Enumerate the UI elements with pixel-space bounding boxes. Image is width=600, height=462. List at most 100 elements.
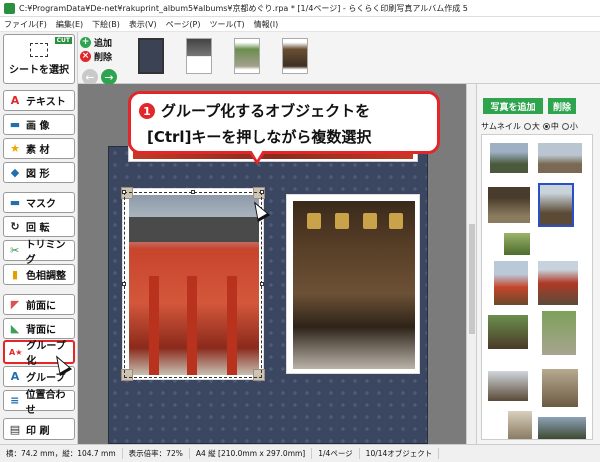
page-add-delete: + 追加 × 削除 (80, 35, 112, 63)
radio-small[interactable] (561, 123, 569, 130)
material-tool-label: 素 材 (26, 145, 50, 156)
send-back-icon: ◣ (10, 322, 20, 335)
delete-page-button[interactable]: × 削除 (80, 49, 112, 63)
color-adjust-icon: ▮ (11, 268, 19, 281)
resize-handle[interactable] (191, 190, 195, 194)
rotate-tool-button[interactable]: ↻ 回 転 (3, 216, 75, 237)
close-icon: × (80, 50, 91, 62)
thumbnail-label: サムネイル (481, 122, 521, 131)
shape-tool-label: 図 形 (26, 169, 50, 180)
resize-handle[interactable] (260, 282, 264, 286)
align-label: 位置合わせ (25, 389, 66, 416)
color-adjust-button[interactable]: ▮ 色相調整 (3, 264, 75, 285)
trim-tool-button[interactable]: ✂ トリミング (3, 240, 75, 266)
trim-icon: ✂ (10, 244, 20, 257)
align-button[interactable]: ≡ 位置合わせ (3, 390, 75, 416)
app-icon (4, 2, 15, 14)
resize-handle[interactable] (260, 190, 264, 194)
radio-large[interactable] (523, 123, 531, 130)
photo-thumbnail[interactable] (494, 261, 528, 305)
callout-line-2: [Ctrl]キーを押しながら複数選択 (147, 128, 372, 146)
photo-frame-shrine[interactable] (286, 194, 420, 374)
status-bar: 横：74.2 mm，縦：104.7 mm 表示倍率：72% A4 縦 [210.… (0, 444, 600, 462)
star-icon: ★ (10, 142, 20, 155)
prev-page-icon[interactable]: ← (82, 69, 98, 85)
mask-tool-label: マスク (26, 199, 56, 210)
thumbnail-size-selector: サムネイル 大 中 小 (481, 121, 578, 132)
delete-photo-button[interactable]: 削除 (548, 98, 576, 114)
menu-background[interactable]: 下絵(B) (92, 19, 120, 30)
ungroup-icon: A (10, 370, 20, 383)
group-icon: A★ (9, 347, 23, 357)
text-tool-label: テキスト (26, 97, 66, 108)
text-a-icon: A (10, 94, 20, 107)
photo-thumbnail[interactable] (504, 233, 530, 255)
delete-page-label: 削除 (94, 52, 113, 63)
photo-thumbnail[interactable] (488, 315, 528, 349)
status-paper: A4 縦 [210.0mm x 297.0mm] (190, 448, 313, 459)
shape-tool-button[interactable]: ◆ 図 形 (3, 162, 75, 183)
shrine-image (293, 201, 415, 369)
canvas-scrollbar[interactable] (466, 84, 476, 444)
color-adjust-label: 色相調整 (26, 271, 66, 282)
menu-file[interactable]: ファイル(F) (4, 19, 47, 30)
status-objects: 10/14オブジェクト (360, 448, 440, 459)
select-sheet-label: シートを選択 (9, 64, 69, 76)
menu-tools[interactable]: ツール(T) (210, 19, 245, 30)
plus-icon: + (80, 36, 91, 48)
send-back-button[interactable]: ◣ 背面に (3, 318, 75, 339)
page-thumb-1[interactable] (138, 38, 164, 74)
cut-badge[interactable]: CUT (54, 37, 72, 44)
send-back-label: 背面に (26, 325, 56, 336)
next-page-icon[interactable]: → (101, 69, 117, 85)
image-tool-button[interactable]: ▬ 画 像 (3, 114, 75, 135)
photo-thumbnail-selected[interactable] (538, 183, 574, 227)
resize-handle[interactable] (122, 282, 126, 286)
material-tool-button[interactable]: ★ 素 材 (3, 138, 75, 159)
window-title: C:¥ProgramData¥De-net¥rakuprint_album5¥a… (19, 3, 468, 13)
photo-thumbnail-grid (481, 134, 593, 440)
photo-thumbnail[interactable] (538, 417, 586, 439)
menu-view[interactable]: 表示(V) (129, 19, 157, 30)
size-medium-label: 中 (550, 122, 559, 131)
photo-thumbnail[interactable] (490, 143, 528, 173)
text-tool-button[interactable]: A テキスト (3, 90, 75, 111)
add-photo-button[interactable]: 写真を追加 (483, 98, 543, 114)
radio-medium[interactable] (542, 123, 550, 130)
selection-icon (30, 42, 48, 57)
add-page-button[interactable]: + 追加 (80, 35, 112, 49)
mask-icon: ▬ (9, 196, 21, 209)
menu-page[interactable]: ページ(P) (166, 19, 201, 30)
print-icon: ▤ (9, 422, 21, 436)
status-page: 1/4ページ (312, 448, 360, 459)
photo-thumbnail[interactable] (542, 369, 578, 407)
page-thumb-2[interactable] (186, 38, 212, 74)
photo-thumbnail[interactable] (538, 143, 582, 173)
photo-thumbnail[interactable] (488, 187, 530, 223)
page-thumbnail-bar: + 追加 × 削除 ← → (78, 32, 600, 85)
photo-thumbnail[interactable] (508, 411, 532, 439)
page-thumb-3[interactable] (234, 38, 260, 74)
menu-edit[interactable]: 編集(E) (56, 19, 83, 30)
photo-thumbnail[interactable] (538, 261, 578, 305)
menu-info[interactable]: 情報(I) (254, 19, 279, 30)
callout-tail-inner (251, 150, 263, 160)
page-thumb-4[interactable] (282, 38, 308, 74)
select-sheet-button[interactable]: CUT シートを選択 (3, 34, 75, 84)
status-position: 横：74.2 mm，縦：104.7 mm (0, 448, 123, 459)
align-icon: ≡ (10, 394, 20, 407)
photo-thumbnail[interactable] (542, 311, 576, 355)
size-large-label: 大 (531, 122, 540, 131)
bring-front-label: 前面に (26, 301, 56, 312)
print-button[interactable]: ▤ 印 刷 (3, 418, 75, 440)
bring-front-button[interactable]: ◤ 前面に (3, 294, 75, 315)
instruction-callout: 1 グループ化するオブジェクトを [Ctrl]キーを押しながら複数選択 (128, 91, 440, 154)
mask-tool-button[interactable]: ▬ マスク (3, 192, 75, 213)
rotate-tool-label: 回 転 (26, 223, 50, 234)
resize-handle[interactable] (122, 190, 126, 194)
photo-thumbnail[interactable] (488, 371, 528, 401)
image-tool-label: 画 像 (26, 121, 50, 132)
photo-panel: 写真を追加 削除 サムネイル 大 中 小 (476, 84, 600, 444)
title-bar: C:¥ProgramData¥De-net¥rakuprint_album5¥a… (0, 0, 600, 17)
scrollbar-thumb[interactable] (469, 224, 475, 334)
